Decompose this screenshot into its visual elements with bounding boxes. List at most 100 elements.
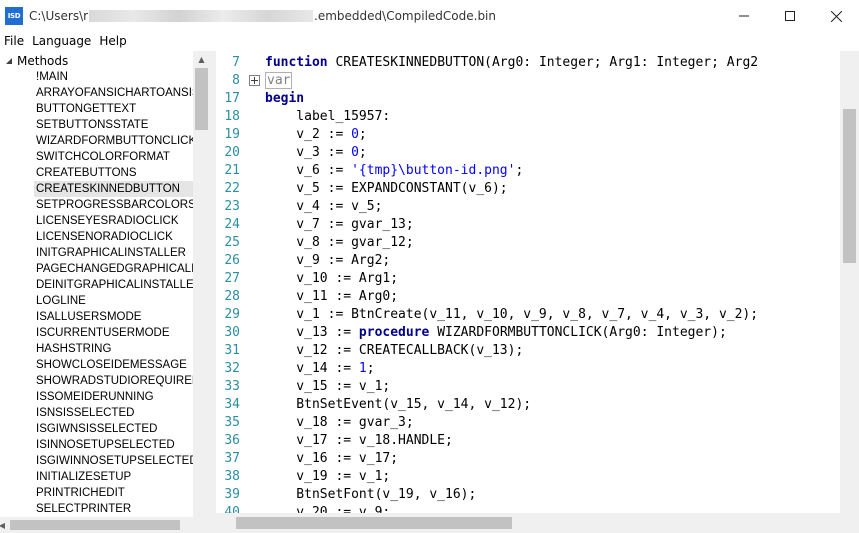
code-token: begin bbox=[265, 91, 305, 106]
code-line: BtnSetFont(v_19, v_16); bbox=[265, 486, 476, 504]
line-number: 7 bbox=[232, 55, 240, 70]
tree-root-methods[interactable]: Methods bbox=[0, 53, 68, 69]
code-line: v_14 := 1; bbox=[265, 360, 375, 378]
code-editor[interactable]: 7 8 17 18 19 20 21 22 23 24 25 26 27 28 29 30 31 32 33 34 35… bbox=[216, 51, 859, 533]
code-line: v_8 := gvar_12; bbox=[265, 234, 414, 252]
code-token: 0 bbox=[351, 127, 359, 142]
code-token: WIZARDFORMBUTTONCLICK(Arg0: Integer); bbox=[429, 325, 727, 340]
line-number: 22 bbox=[224, 181, 240, 196]
code-token: BtnSetFont(v_19, v_16); bbox=[265, 487, 477, 502]
line-number: 34 bbox=[224, 397, 240, 412]
code-token: function bbox=[265, 55, 328, 70]
tree-item[interactable]: SETPROGRESSBARCOLORS bbox=[34, 197, 210, 213]
collapsed-region[interactable]: var bbox=[265, 72, 293, 89]
tree-item[interactable]: ARRAYOFANSICHARTOANSISTRING bbox=[34, 85, 210, 101]
code-line: v_1 := BtnCreate(v_11, v_10, v_9, v_8, v… bbox=[265, 306, 758, 324]
tree-item[interactable]: INITIALIZESETUP bbox=[34, 469, 210, 485]
line-number: 24 bbox=[224, 217, 240, 232]
code-token: 0 bbox=[351, 145, 359, 160]
code-token: label_15957: bbox=[265, 109, 391, 124]
tree-item[interactable]: SHOWCLOSEIDEMESSAGE bbox=[34, 357, 210, 373]
menu-help[interactable]: Help bbox=[95, 32, 130, 51]
line-number: 23 bbox=[224, 199, 240, 214]
code-token: v_13 := bbox=[265, 325, 359, 340]
scroll-up-arrow-icon[interactable]: ▲ bbox=[193, 51, 210, 67]
tree-vertical-scrollbar[interactable]: ▲ bbox=[193, 51, 210, 517]
tree-item[interactable]: !MAIN bbox=[34, 69, 210, 85]
editor-horizontal-scroll-thumb[interactable] bbox=[236, 517, 512, 529]
tree-horizontal-scroll-thumb[interactable] bbox=[10, 520, 180, 530]
window-title-suffix: .embedded\CompiledCode.bin bbox=[314, 9, 496, 23]
tree-item[interactable]: ISNSISSELECTED bbox=[34, 405, 210, 421]
line-number: 35 bbox=[224, 415, 240, 430]
tree-item[interactable]: INITGRAPHICALINSTALLER bbox=[34, 245, 210, 261]
tree-item[interactable]: CREATESKINNEDBUTTON bbox=[34, 181, 210, 197]
code-line: function CREATESKINNEDBUTTON(Arg0: Integ… bbox=[265, 54, 758, 72]
tree-item[interactable]: LOGLINE bbox=[34, 293, 210, 309]
tree-item[interactable]: LICENSENORADIOCLICK bbox=[34, 229, 210, 245]
tree-item[interactable]: ISGIWNSISSELECTED bbox=[34, 421, 210, 437]
code-line: v_17 := v_18.HANDLE; bbox=[265, 432, 453, 450]
editor-vertical-scroll-thumb[interactable] bbox=[843, 109, 856, 263]
close-button[interactable] bbox=[813, 0, 859, 32]
line-number: 37 bbox=[224, 451, 240, 466]
tree-item[interactable]: DEINITGRAPHICALINSTALLER bbox=[34, 277, 210, 293]
tree-vertical-scroll-thumb[interactable] bbox=[195, 68, 208, 130]
line-number: 8 bbox=[232, 73, 240, 88]
tree-item[interactable]: SETBUTTONSSTATE bbox=[34, 117, 210, 133]
code-line: v_12 := CREATECALLBACK(v_13); bbox=[265, 342, 523, 360]
code-line: v_10 := Arg1; bbox=[265, 270, 398, 288]
scrollbar-corner bbox=[840, 513, 859, 533]
line-number: 30 bbox=[224, 325, 240, 340]
fold-expand-icon[interactable] bbox=[249, 75, 260, 86]
tree-item[interactable]: SELECTPRINTER bbox=[34, 501, 210, 517]
menu-file[interactable]: File bbox=[0, 32, 28, 51]
methods-tree[interactable]: Methods !MAINARRAYOFANSICHARTOANSISTRING… bbox=[0, 51, 210, 533]
code-token: v_2 := bbox=[265, 127, 352, 142]
tree-item[interactable]: PAGECHANGEDGRAPHICALINSTALLER bbox=[34, 261, 210, 277]
editor-horizontal-scrollbar[interactable] bbox=[216, 513, 840, 533]
code-line: v_3 := 0; bbox=[265, 144, 366, 162]
tree-item[interactable]: ISCURRENTUSERMODE bbox=[34, 325, 210, 341]
scroll-left-arrow-icon[interactable]: ◀ bbox=[0, 517, 8, 533]
tree-item[interactable]: WIZARDFORMBUTTONCLICK bbox=[34, 133, 210, 149]
minimize-icon bbox=[739, 15, 749, 17]
tree-item[interactable]: SWITCHCOLORFORMAT bbox=[34, 149, 210, 165]
maximize-button[interactable] bbox=[767, 0, 813, 32]
code-line: v_5 := EXPANDCONSTANT(v_6); bbox=[265, 180, 507, 198]
code-token: v_8 := gvar_12; bbox=[265, 235, 414, 250]
code-line: v_20 := v_9; bbox=[265, 504, 390, 513]
tree-horizontal-scrollbar[interactable]: ◀ bbox=[0, 517, 210, 533]
line-number: 17 bbox=[224, 91, 240, 106]
line-number: 25 bbox=[224, 235, 240, 250]
tree-item[interactable]: ISINNOSETUPSELECTED bbox=[34, 437, 210, 453]
tree-item[interactable]: ISGIWINNOSETUPSELECTED bbox=[34, 453, 210, 469]
title-bar: ISD C:\Users\r .embedded\CompiledCode.bi… bbox=[0, 0, 859, 32]
editor-vertical-scrollbar[interactable] bbox=[840, 51, 859, 513]
code-token: 1 bbox=[358, 361, 367, 376]
code-token: v_15 := v_1; bbox=[265, 379, 391, 394]
code-token: v_12 := CREATECALLBACK(v_13); bbox=[265, 343, 524, 358]
tree-item[interactable]: ISALLUSERSMODE bbox=[34, 309, 210, 325]
code-token: v_3 := bbox=[265, 145, 352, 160]
tree-item[interactable]: HASHSTRING bbox=[34, 341, 210, 357]
code-token: v_6 := bbox=[265, 163, 352, 178]
code-token: BtnSetEvent(v_15, v_14, v_12); bbox=[265, 397, 532, 412]
tree-collapse-icon[interactable] bbox=[4, 56, 14, 66]
tree-item[interactable]: ISSOMEIDERUNNING bbox=[34, 389, 210, 405]
code-token: v_17 := v_18.HANDLE; bbox=[265, 433, 453, 448]
minimize-button[interactable] bbox=[721, 0, 767, 32]
tree-item[interactable]: BUTTONGETTEXT bbox=[34, 101, 210, 117]
tree-item[interactable]: CREATEBUTTONS bbox=[34, 165, 210, 181]
tree-item[interactable]: LICENSEYESRADIOCLICK bbox=[34, 213, 210, 229]
tree-item[interactable]: SHOWRADSTUDIOREQUIRED bbox=[34, 373, 210, 389]
code-token: v_10 := Arg1; bbox=[265, 271, 399, 286]
code-token: ; bbox=[366, 361, 375, 376]
code-token: v_16 := v_17; bbox=[265, 451, 399, 466]
code-text-area[interactable]: function CREATESKINNEDBUTTON(Arg0: Integ… bbox=[265, 54, 840, 513]
line-number: 20 bbox=[224, 145, 240, 160]
code-line: BtnSetEvent(v_15, v_14, v_12); bbox=[265, 396, 531, 414]
tree-item[interactable]: PRINTRICHEDIT bbox=[34, 485, 210, 501]
menu-language[interactable]: Language bbox=[28, 32, 95, 51]
code-token: v_7 := gvar_13; bbox=[265, 217, 414, 232]
